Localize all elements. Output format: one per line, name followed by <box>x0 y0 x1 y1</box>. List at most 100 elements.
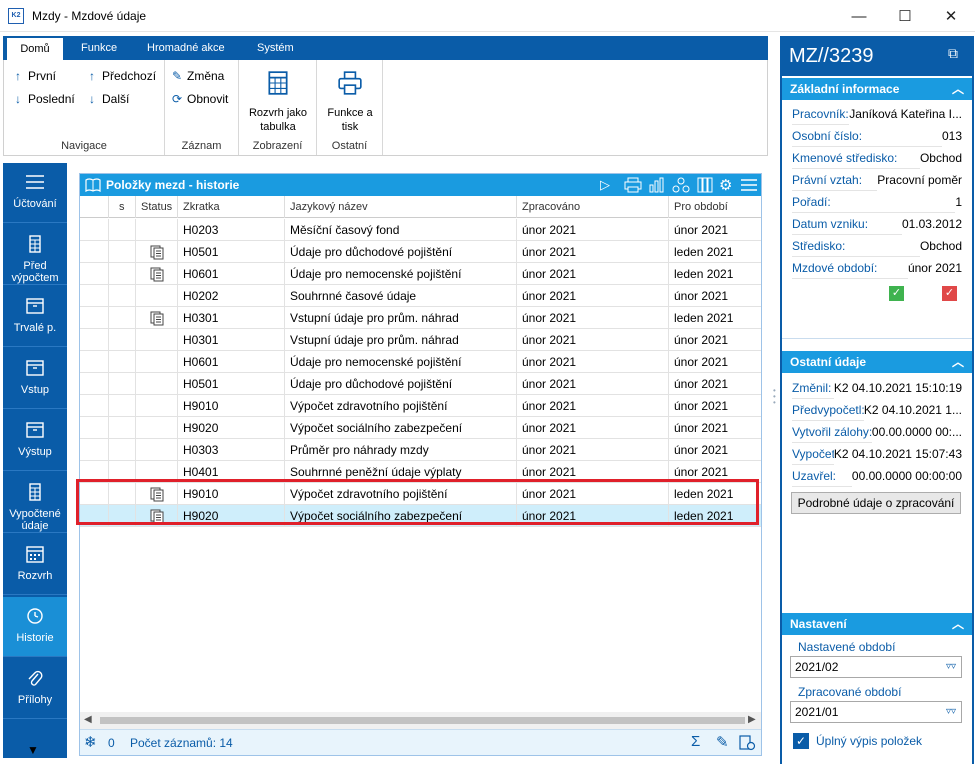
minimize-button[interactable]: — <box>836 0 882 32</box>
table-row[interactable]: H0601 Údaje pro nemocenské pojištění únor … <box>80 263 761 285</box>
row-selector-cell <box>80 395 108 417</box>
nav-trvale-p[interactable]: Trvalé p. <box>3 287 67 347</box>
table-row[interactable]: H0301 Vstupní údaje pro prům. náhrad únor … <box>80 329 761 351</box>
cell-s <box>108 329 135 351</box>
cell-zkratka: H0501 <box>177 373 284 395</box>
col-status[interactable]: Status <box>135 196 177 218</box>
last-button[interactable]: ↓ Poslední <box>12 92 75 106</box>
col-zkratka[interactable]: Zkratka <box>177 196 284 218</box>
table-row[interactable]: H0301 Vstupní údaje pro prům. náhrad únor … <box>80 307 761 329</box>
cell-nazev: Údaje pro důchodové pojištění <box>284 241 516 263</box>
reject-check-icon[interactable]: ✓ <box>942 286 957 301</box>
table-row[interactable]: H0203 Měsíční časový fond únor 2021 únor 20… <box>80 219 761 241</box>
document-gear-icon[interactable] <box>739 735 756 751</box>
nav-pred-vypoctem[interactable]: Před výpočtem <box>3 225 67 285</box>
col-s[interactable]: s <box>108 196 135 218</box>
nav-uctovani[interactable]: Účtování <box>3 163 67 223</box>
tab-system[interactable]: Systém <box>247 36 304 60</box>
calculator-icon <box>29 483 41 501</box>
table-row[interactable]: H9020 Výpočet sociálního zabezpečení únor … <box>80 417 761 439</box>
tab-hromadne-akce[interactable]: Hromadné akce <box>137 36 235 60</box>
section-nastaveni[interactable]: Nastavení ︿ <box>782 613 972 635</box>
table-row[interactable]: H0501 Údaje pro důchodové pojištění únor 2… <box>80 241 761 263</box>
info-key: Pracovník: <box>792 107 849 121</box>
row-selector-cell <box>80 439 108 461</box>
cell-zpracovano: únor 2021 <box>516 439 668 461</box>
zpracovane-obdobi-select[interactable]: 2021/01 ▿▿ <box>790 701 962 723</box>
grid-title: Položky mezd - historie <box>106 178 240 192</box>
row-selector-cell <box>80 351 108 373</box>
filter-snowflake-icon[interactable]: ❄ <box>84 733 97 751</box>
confirm-check-icon[interactable]: ✓ <box>889 286 904 301</box>
nav-vystup[interactable]: Výstup <box>3 411 67 471</box>
change-button[interactable]: ✎ Změna <box>171 69 224 83</box>
functions-print-button[interactable]: Funkce a tisk <box>321 70 379 134</box>
section-zakladni-informace[interactable]: Základní informace ︿ <box>782 78 972 100</box>
nav-vypoctene-udaje[interactable]: Vypočtené údaje <box>3 473 67 533</box>
cell-obdobi: únor 2021 <box>668 417 761 439</box>
horizontal-scrollbar[interactable]: ◀ ▶ <box>80 712 761 729</box>
table-row[interactable]: H0303 Průměr pro náhrady mzdy únor 2021 úno… <box>80 439 761 461</box>
scroll-thumb[interactable] <box>100 717 745 724</box>
chevron-up-icon[interactable]: ︿ <box>952 78 964 100</box>
nastavene-obdobi-select[interactable]: 2021/02 ▿▿ <box>790 656 962 678</box>
splitter-handle[interactable]: • • • <box>773 387 777 408</box>
col-zpracovano[interactable]: Zpracováno <box>516 196 668 218</box>
col-jazykovy-nazev[interactable]: Jazykový název <box>284 196 516 218</box>
clock-icon <box>27 608 43 624</box>
chevron-up-icon[interactable]: ︿ <box>952 351 964 373</box>
cell-zkratka: H0301 <box>177 307 284 329</box>
processing-details-button[interactable]: Podrobné údaje o zpracování <box>791 492 961 514</box>
previous-button[interactable]: ↑ Předchozí <box>86 69 156 83</box>
cell-nazev: Výpočet sociálního zabezpečení <box>284 417 516 439</box>
popout-icon[interactable]: ⧉ <box>948 45 958 62</box>
cell-s <box>108 285 135 307</box>
cell-obdobi: únor 2021 <box>668 285 761 307</box>
full-list-label: Úplný výpis položek <box>816 734 923 748</box>
edit-icon[interactable]: ✎ <box>716 733 729 751</box>
cell-status <box>135 439 177 461</box>
table-row[interactable]: H9010 Výpočet zdravotního pojištění únor 2… <box>80 395 761 417</box>
tab-funkce[interactable]: Funkce <box>71 36 127 60</box>
refresh-button[interactable]: ⟳ Obnovit <box>171 92 228 106</box>
nav-rozvrh[interactable]: Rozvrh <box>3 535 67 595</box>
chevron-up-icon[interactable]: ︿ <box>952 613 964 635</box>
nav-historie[interactable]: Historie <box>3 597 67 657</box>
box-icon <box>26 422 44 438</box>
table-row[interactable]: H0202 Souhrnné časové údaje únor 2021 únor … <box>80 285 761 307</box>
info-value: 013 <box>941 125 962 147</box>
menu-icon[interactable] <box>740 177 758 193</box>
close-button[interactable]: ✕ <box>928 0 974 32</box>
printer-icon[interactable] <box>624 177 642 193</box>
left-navigation: Účtování Před výpočtem Trvalé p. Vstup V… <box>3 163 67 766</box>
nav-vstup[interactable]: Vstup <box>3 349 67 409</box>
bar-chart-icon[interactable] <box>648 177 666 193</box>
ribbon-group-navigace: ↑ První ↑ Předchozí ↓ Poslední ↓ Další Navig… <box>4 60 165 155</box>
cell-zkratka: H9020 <box>177 417 284 439</box>
scroll-left-icon[interactable]: ◀ <box>84 714 92 725</box>
arrow-up-icon: ↑ <box>89 69 95 83</box>
scroll-right-icon[interactable]: ▶ <box>748 714 756 725</box>
info-key: Pořadí: <box>792 195 831 209</box>
hierarchy-icon[interactable] <box>672 177 690 193</box>
table-row[interactable]: H0601 Údaje pro nemocenské pojištění únor … <box>80 351 761 373</box>
schedule-table-button[interactable]: Rozvrh jako tabulka <box>243 70 313 134</box>
col-pro-obdobi[interactable]: Pro období <box>668 196 761 218</box>
gear-icon[interactable]: ⚙ <box>719 176 732 194</box>
nav-scroll-down-icon[interactable]: ▼ <box>27 743 39 757</box>
columns-icon[interactable] <box>696 177 714 193</box>
first-button[interactable]: ↑ První <box>12 69 56 83</box>
nav-prilohy[interactable]: Přílohy <box>3 659 67 719</box>
tab-domu[interactable]: Domů <box>7 38 63 60</box>
play-icon[interactable]: ▷ <box>600 177 610 193</box>
full-list-checkbox[interactable]: ✓ <box>793 733 809 749</box>
grid-header: Položky mezd - historie ▷ ⚙ <box>80 174 761 196</box>
cell-nazev: Výpočet zdravotního pojištění <box>284 395 516 417</box>
section-ostatni-udaje[interactable]: Ostatní údaje ︿ <box>782 351 972 373</box>
info-key: Právní vztah: <box>792 173 863 187</box>
maximize-button[interactable]: ☐ <box>882 0 928 32</box>
next-button[interactable]: ↓ Další <box>86 92 129 106</box>
table-row[interactable]: H0501 Údaje pro důchodové pojištění únor 2… <box>80 373 761 395</box>
window-title: Mzdy - Mzdové údaje <box>32 9 147 23</box>
sum-icon[interactable]: Σ <box>691 733 700 750</box>
